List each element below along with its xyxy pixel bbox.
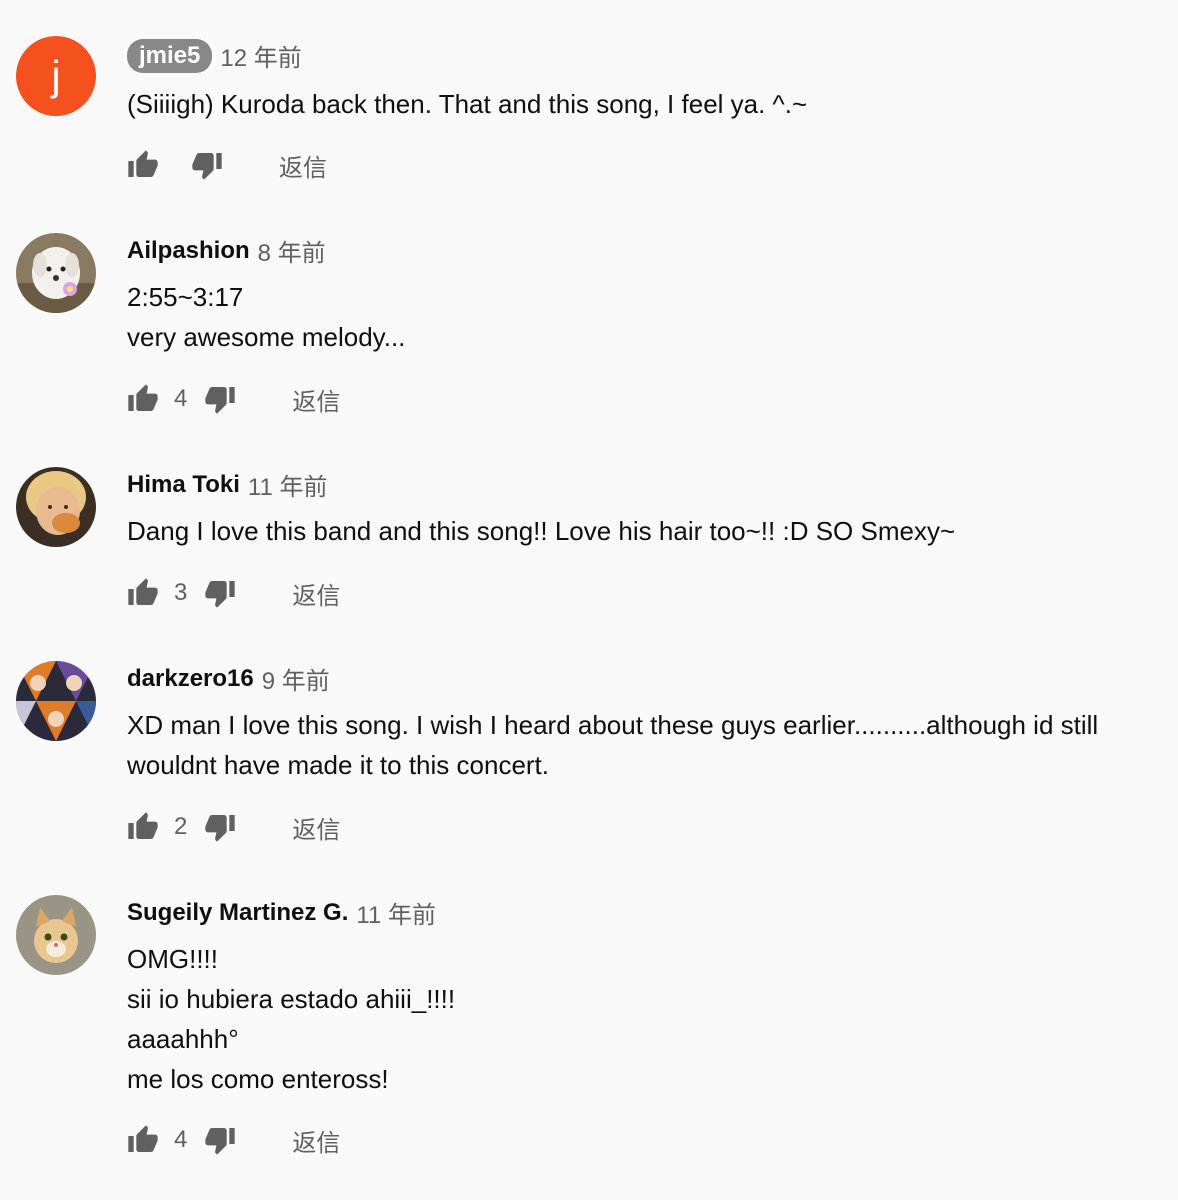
comment-text: 2:55~3:17 very awesome melody...: [127, 282, 406, 352]
avatar[interactable]: [16, 233, 96, 313]
comment-header: darkzero16 9 年前: [127, 661, 330, 696]
dislike-button[interactable]: [204, 383, 236, 415]
avatar[interactable]: [16, 661, 96, 741]
thumb-up-icon: [128, 578, 158, 605]
thumb-up-icon: [128, 1125, 158, 1152]
comment-header: Sugeily Martinez G. 11 年前: [127, 895, 436, 930]
comment-header: jmie5 12 年前: [127, 38, 302, 73]
timestamp[interactable]: 9 年前: [262, 661, 330, 696]
avatar[interactable]: j: [16, 36, 96, 116]
dog-photo-avatar: [16, 233, 96, 313]
reply-button[interactable]: 返信: [292, 382, 340, 417]
comment-header: Hima Toki 11 年前: [127, 467, 328, 502]
dislike-button[interactable]: [204, 811, 236, 843]
thumb-down-icon: [205, 581, 236, 608]
author-name[interactable]: darkzero16: [127, 665, 254, 693]
thumb-up-icon: [128, 812, 158, 839]
thumb-down-icon: [205, 387, 236, 414]
thumb-down-icon: [205, 1128, 236, 1155]
anime-collage-avatar: [16, 661, 96, 741]
like-count: 3: [174, 579, 188, 606]
dislike-button[interactable]: [204, 1124, 236, 1156]
action-bar: 3 返信: [127, 573, 340, 613]
reply-button[interactable]: 返信: [279, 148, 327, 183]
comment-text: XD man I love this song. I wish I heard …: [127, 710, 1099, 780]
thumb-up-icon: [128, 150, 158, 177]
action-bar: 4 返信: [127, 1120, 340, 1160]
like-button[interactable]: [127, 811, 159, 843]
timestamp[interactable]: 11 年前: [356, 895, 436, 930]
cat-photo-avatar: [16, 895, 96, 975]
timestamp[interactable]: 8 年前: [258, 233, 326, 268]
avatar[interactable]: [16, 895, 96, 975]
author-name[interactable]: Ailpashion: [127, 237, 250, 265]
like-button[interactable]: [127, 149, 159, 181]
dislike-button[interactable]: [204, 577, 236, 609]
timestamp[interactable]: 12 年前: [220, 38, 301, 73]
reply-button[interactable]: 返信: [292, 1123, 340, 1158]
like-count: 4: [174, 385, 188, 412]
comment-header: Ailpashion 8 年前: [127, 233, 326, 268]
timestamp[interactable]: 11 年前: [248, 467, 328, 502]
comment-text: OMG!!!! sii io hubiera estado ahiii_!!!!…: [127, 944, 456, 1094]
action-bar: 4 返信: [127, 379, 340, 419]
comment-text: (Siiiigh) Kuroda back then. That and thi…: [127, 89, 808, 119]
action-bar: 2 返信: [127, 807, 340, 847]
thumb-down-icon: [205, 815, 236, 842]
like-button[interactable]: [127, 383, 159, 415]
author-name[interactable]: jmie5: [127, 38, 213, 73]
avatar-letter: j: [16, 36, 96, 116]
like-count: 2: [174, 813, 188, 840]
dislike-button[interactable]: [191, 149, 223, 181]
avatar[interactable]: [16, 467, 96, 547]
comment-text: Dang I love this band and this song!! Lo…: [127, 516, 956, 546]
reply-button[interactable]: 返信: [292, 810, 340, 845]
author-name[interactable]: Hima Toki: [127, 471, 240, 499]
reply-button[interactable]: 返信: [292, 576, 340, 611]
like-count: 4: [174, 1126, 188, 1153]
author-name[interactable]: Sugeily Martinez G.: [127, 899, 348, 927]
thumb-down-icon: [192, 153, 222, 180]
like-button[interactable]: [127, 577, 159, 609]
person-photo-avatar: [16, 467, 96, 547]
like-button[interactable]: [127, 1124, 159, 1156]
thumb-up-icon: [128, 384, 158, 411]
action-bar: 返信: [127, 145, 327, 185]
